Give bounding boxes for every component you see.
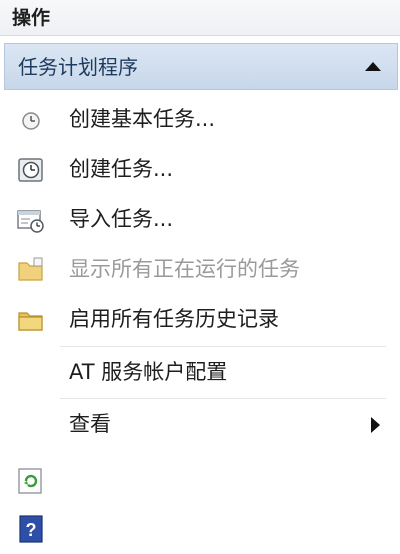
menu-item-label: 启用所有任务历史记录: [69, 307, 279, 331]
menu-item-label: 显示所有正在运行的任务: [69, 257, 300, 281]
actions-pane: 操作 任务计划程序 创建基本任务... 创建任务... 导入任务... 显示所有…: [0, 0, 400, 554]
pane-title: 操作: [12, 7, 51, 29]
basic-task-clock-icon: [16, 105, 46, 135]
menu-item-label: 查看: [69, 412, 111, 436]
help-icon: ?: [18, 514, 48, 544]
obscured-area: [92, 440, 400, 554]
menu-item-create-basic-task[interactable]: 创建基本任务...: [0, 96, 400, 144]
group-label: 任务计划程序: [18, 55, 138, 79]
svg-text:?: ?: [26, 520, 37, 540]
menu-item-enable-history[interactable]: 启用所有任务历史记录: [0, 296, 400, 344]
menu-item-label: AT 服务帐户配置: [69, 360, 228, 384]
menu-item-label: 创建任务...: [69, 157, 174, 181]
task-scheduler-group-header[interactable]: 任务计划程序: [4, 43, 398, 90]
menu-separator: [60, 346, 386, 347]
menu-item-show-running-tasks[interactable]: 显示所有正在运行的任务: [0, 246, 400, 294]
menu-item-at-service-account[interactable]: AT 服务帐户配置: [0, 349, 400, 397]
actions-pane-header: 操作: [0, 0, 400, 36]
menu-item-label: 导入任务...: [69, 207, 174, 231]
import-task-icon: [16, 205, 46, 235]
running-tasks-folder-icon: [16, 255, 46, 285]
refresh-icon: [16, 466, 46, 496]
history-folder-icon: [16, 305, 46, 335]
menu-item-create-task[interactable]: 创建任务...: [0, 146, 400, 194]
task-clock-icon: [16, 155, 46, 185]
menu-item-label: 创建基本任务...: [69, 107, 216, 131]
collapse-arrow-icon[interactable]: [365, 62, 381, 71]
submenu-arrow-icon: [371, 417, 380, 433]
menu-item-import-task[interactable]: 导入任务...: [0, 196, 400, 244]
menu-separator: [60, 398, 386, 399]
